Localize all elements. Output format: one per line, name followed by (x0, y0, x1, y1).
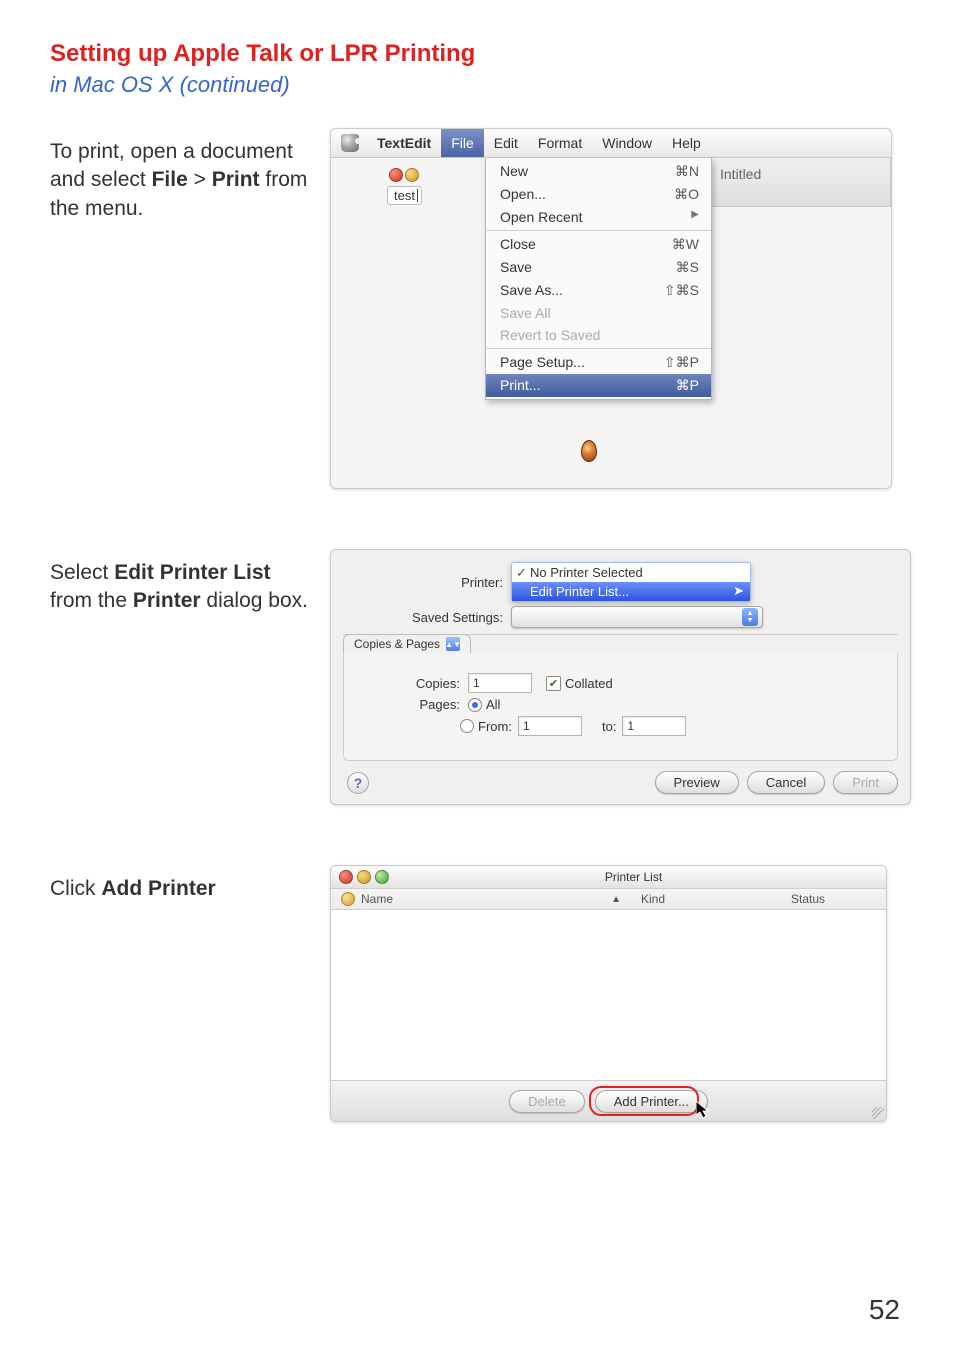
menu-item-save-as[interactable]: Save As...⇧⌘S (486, 279, 711, 302)
page-title: Setting up Apple Talk or LPR Printing (50, 40, 904, 68)
document-window: test (387, 168, 422, 205)
menu-item-close[interactable]: Close⌘W (486, 233, 711, 256)
resize-handle-icon[interactable] (872, 1107, 884, 1119)
cursor-icon: ➤ (733, 583, 744, 599)
from-field[interactable]: 1 (518, 716, 582, 736)
column-kind[interactable]: Kind (631, 892, 781, 906)
step2-instruction: Select Edit Printer List from the Printe… (50, 559, 310, 616)
document-name-input[interactable]: test (387, 186, 422, 205)
saved-settings-popup[interactable]: ▲▼ (511, 606, 763, 628)
preview-button[interactable]: Preview (655, 771, 739, 794)
printer-option-edit-list[interactable]: Edit Printer List... ➤ (512, 582, 750, 601)
window-title: Printer List (389, 870, 878, 884)
menu-item-open[interactable]: Open...⌘O (486, 183, 711, 206)
step1-instruction: To print, open a document and select Fil… (50, 138, 310, 223)
page-number: 52 (869, 1294, 900, 1326)
zoom-icon[interactable] (375, 870, 389, 884)
close-icon[interactable] (339, 870, 353, 884)
file-menu[interactable]: File (441, 129, 484, 157)
printer-list-area (331, 910, 886, 1080)
cancel-button[interactable]: Cancel (747, 771, 825, 794)
column-name[interactable]: Name ▲ (331, 892, 631, 906)
apple-menu-icon[interactable] (341, 134, 359, 152)
pages-label: Pages: (404, 697, 468, 712)
pages-all-radio[interactable] (468, 698, 482, 712)
print-button: Print (833, 771, 898, 794)
menu-item-save[interactable]: Save⌘S (486, 256, 711, 279)
menu-item-page-setup[interactable]: Page Setup...⇧⌘P (486, 351, 711, 374)
to-field[interactable]: 1 (622, 716, 686, 736)
add-printer-button[interactable]: Add Printer... (595, 1090, 708, 1113)
menu-item-open-recent[interactable]: Open Recent (486, 206, 711, 228)
close-icon[interactable] (389, 168, 403, 182)
to-label: to: (582, 719, 622, 734)
saved-settings-label: Saved Settings: (343, 610, 511, 625)
copies-field[interactable]: 1 (468, 673, 532, 693)
page-subtitle: in Mac OS X (continued) (50, 72, 904, 98)
file-menu-dropdown: New⌘N Open...⌘O Open Recent Close⌘W Save… (485, 158, 712, 400)
cursor-icon (696, 1101, 710, 1119)
sort-indicator-icon: ▲ (611, 894, 621, 905)
printer-label: Printer: (343, 575, 511, 590)
menu-item-print[interactable]: Print...⌘P (486, 374, 711, 397)
background-window-title: Intitled (707, 158, 891, 207)
screenshot-print-dialog: Printer: No Printer Selected Edit Printe… (330, 549, 911, 805)
screenshot-printer-list: Printer List Name ▲ Kind Status Delete (330, 865, 887, 1122)
section-popup[interactable]: Copies & Pages ▲▼ (343, 634, 471, 653)
pages-all-label: All (486, 697, 500, 712)
minimize-icon[interactable] (405, 168, 419, 182)
column-headers: Name ▲ Kind Status (331, 889, 886, 910)
gem-icon (341, 892, 355, 906)
column-status[interactable]: Status (781, 892, 835, 906)
step3-instruction: Click Add Printer (50, 875, 310, 903)
menu-item-revert: Revert to Saved (486, 324, 711, 346)
delete-button: Delete (509, 1090, 585, 1113)
menu-item-new[interactable]: New⌘N (486, 160, 711, 183)
printer-option-none[interactable]: No Printer Selected (512, 563, 750, 582)
collated-checkbox[interactable]: ✔ (546, 676, 561, 691)
menubar: TextEdit File Edit Format Window Help (331, 129, 891, 158)
screenshot-file-menu: TextEdit File Edit Format Window Help In… (330, 128, 892, 489)
window-menu[interactable]: Window (592, 135, 662, 151)
pages-range-radio[interactable] (460, 719, 474, 733)
copies-label: Copies: (404, 676, 468, 691)
from-label: From: (478, 719, 518, 734)
help-button[interactable]: ? (347, 772, 369, 794)
printer-popup[interactable]: No Printer Selected Edit Printer List...… (511, 562, 751, 602)
menu-item-save-all: Save All (486, 302, 711, 324)
cursor-icon (581, 440, 597, 462)
format-menu[interactable]: Format (528, 135, 592, 151)
edit-menu[interactable]: Edit (484, 135, 528, 151)
help-menu[interactable]: Help (662, 135, 711, 151)
app-menu[interactable]: TextEdit (367, 135, 441, 151)
collated-label: Collated (565, 676, 613, 691)
minimize-icon[interactable] (357, 870, 371, 884)
